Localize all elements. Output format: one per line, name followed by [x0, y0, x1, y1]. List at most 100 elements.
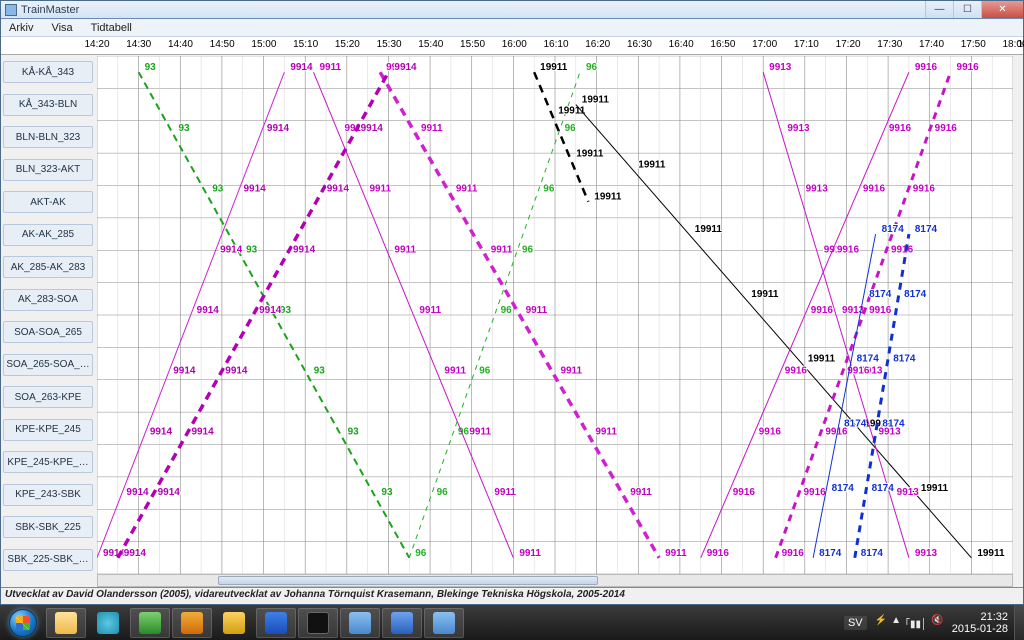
- time-tick: 16:30: [627, 39, 652, 50]
- train-label: 9914: [197, 305, 220, 316]
- menu-arkiv[interactable]: Arkiv: [5, 21, 37, 35]
- task-paint[interactable]: [172, 608, 212, 638]
- station-row[interactable]: BLN-BLN_323: [3, 126, 93, 148]
- time-tick: 15:20: [335, 39, 360, 50]
- minimize-button[interactable]: —: [925, 1, 953, 18]
- time-tick: 16:20: [585, 39, 610, 50]
- train-label: 19911: [594, 192, 622, 203]
- train-label: 96: [522, 244, 534, 255]
- train-line[interactable]: [314, 72, 514, 558]
- train-label: 96: [501, 305, 513, 316]
- train-label: 96: [586, 62, 598, 73]
- train-label: 9914: [259, 305, 282, 316]
- menubar: Arkiv Visa Tidtabell: [1, 19, 1023, 37]
- train-label: 9914: [361, 123, 384, 134]
- task-word[interactable]: [382, 608, 422, 638]
- station-row[interactable]: KÅ-KÅ_343: [3, 61, 93, 83]
- train-label: 93: [280, 305, 292, 316]
- train-label: 9916: [915, 62, 938, 73]
- train-label: 93: [381, 487, 393, 498]
- titlebar: TrainMaster — ☐ ✕: [1, 1, 1023, 19]
- time-axis: 14:2014:3014:4014:5015:0015:1015:2015:30…: [1, 37, 1023, 55]
- train-label: 8174: [882, 224, 905, 235]
- station-row[interactable]: SOA-SOA_265: [3, 321, 93, 343]
- task-people[interactable]: [88, 608, 128, 638]
- task-shield[interactable]: [214, 608, 254, 638]
- train-label: 8174: [869, 289, 892, 300]
- show-desktop-button[interactable]: [1014, 605, 1024, 640]
- flag-icon: ▲: [891, 615, 901, 630]
- task-explorer[interactable]: [46, 608, 86, 638]
- station-row[interactable]: AK-AK_285: [3, 224, 93, 246]
- station-row[interactable]: KPE-KPE_245: [3, 419, 93, 441]
- train-label: 9916: [935, 123, 958, 134]
- train-line[interactable]: [97, 72, 284, 558]
- train-label: 9916: [733, 487, 756, 498]
- task-excel[interactable]: [130, 608, 170, 638]
- wifi-icon: ｢▮▮│: [905, 615, 927, 630]
- train-line[interactable]: [534, 72, 588, 202]
- station-row[interactable]: BLN_323-AKT: [3, 159, 93, 181]
- station-row[interactable]: AKT-AK: [3, 191, 93, 213]
- train-line[interactable]: [855, 234, 909, 558]
- app-icon-blue: [265, 612, 287, 634]
- station-row[interactable]: KPE_243-SBK: [3, 484, 93, 506]
- train-label: 8174: [904, 289, 927, 300]
- system-tray[interactable]: SV ⚡ ▲ ｢▮▮│ 🔇 21:32 2015-01-28: [844, 611, 1014, 635]
- train-graph[interactable]: 9393939393939393939696969696969696969911…: [97, 56, 1013, 574]
- station-row[interactable]: SOA_263-KPE: [3, 386, 93, 408]
- credits-bar: Utvecklat av David Olandersson (2005), v…: [1, 587, 1023, 604]
- tray-icons[interactable]: ⚡ ▲ ｢▮▮│ 🔇: [875, 615, 944, 630]
- train-label: 9916: [889, 123, 912, 134]
- time-tick: 15:30: [377, 39, 402, 50]
- train-label: 8174: [872, 483, 895, 494]
- clock[interactable]: 21:32 2015-01-28: [952, 611, 1008, 635]
- app-window: TrainMaster — ☐ ✕ Arkiv Visa Tidtabell 1…: [0, 0, 1024, 605]
- train-label: 93: [348, 426, 360, 437]
- train-line[interactable]: [118, 72, 389, 558]
- time-tick: 15:40: [418, 39, 443, 50]
- train-label: 96: [565, 123, 577, 134]
- train-line[interactable]: [813, 234, 875, 558]
- task-app1[interactable]: [256, 608, 296, 638]
- close-button[interactable]: ✕: [981, 1, 1023, 18]
- train-label: 9913: [806, 184, 829, 195]
- task-terminal[interactable]: [298, 608, 338, 638]
- time-tick: 15:10: [293, 39, 318, 50]
- menu-visa[interactable]: Visa: [47, 21, 76, 35]
- task-java2[interactable]: [424, 608, 464, 638]
- terminal-icon: [307, 612, 329, 634]
- train-label: 9911: [630, 487, 652, 498]
- train-label: 9914: [293, 244, 316, 255]
- train-label: 19911: [695, 224, 723, 235]
- station-row[interactable]: SBK_225-SBK_…: [3, 549, 93, 571]
- station-row[interactable]: SOA_265-SOA_…: [3, 354, 93, 376]
- train-label: 8174: [882, 418, 905, 429]
- volume-icon: 🔇: [931, 615, 943, 630]
- time-tick: 17:50: [961, 39, 986, 50]
- station-row[interactable]: AK_285-AK_283: [3, 256, 93, 278]
- station-row[interactable]: KÅ_343-BLN: [3, 94, 93, 116]
- menu-tidtabell[interactable]: Tidtabell: [87, 21, 136, 35]
- task-java1[interactable]: [340, 608, 380, 638]
- station-row[interactable]: AK_283-SOA: [3, 289, 93, 311]
- time-tick: 17:40: [919, 39, 944, 50]
- word-icon: [391, 612, 413, 634]
- train-label: 8174: [832, 483, 855, 494]
- start-button[interactable]: [0, 605, 45, 640]
- train-label: 9911: [456, 184, 478, 195]
- excel-icon: [139, 612, 161, 634]
- scrollbar-thumb[interactable]: [218, 576, 598, 585]
- maximize-button[interactable]: ☐: [953, 1, 981, 18]
- horizontal-scrollbar[interactable]: [97, 574, 1013, 587]
- time-tick: 16:10: [543, 39, 568, 50]
- time-tick: 17:00: [752, 39, 777, 50]
- train-label: 9914: [327, 184, 350, 195]
- time-tick: 16:40: [669, 39, 694, 50]
- language-indicator[interactable]: SV: [844, 616, 867, 630]
- train-label: 9916: [785, 366, 808, 377]
- station-row[interactable]: SBK-SBK_225: [3, 516, 93, 538]
- paint-icon: [181, 612, 203, 634]
- station-row[interactable]: KPE_245-KPE_…: [3, 451, 93, 473]
- train-label: 9916: [782, 548, 805, 559]
